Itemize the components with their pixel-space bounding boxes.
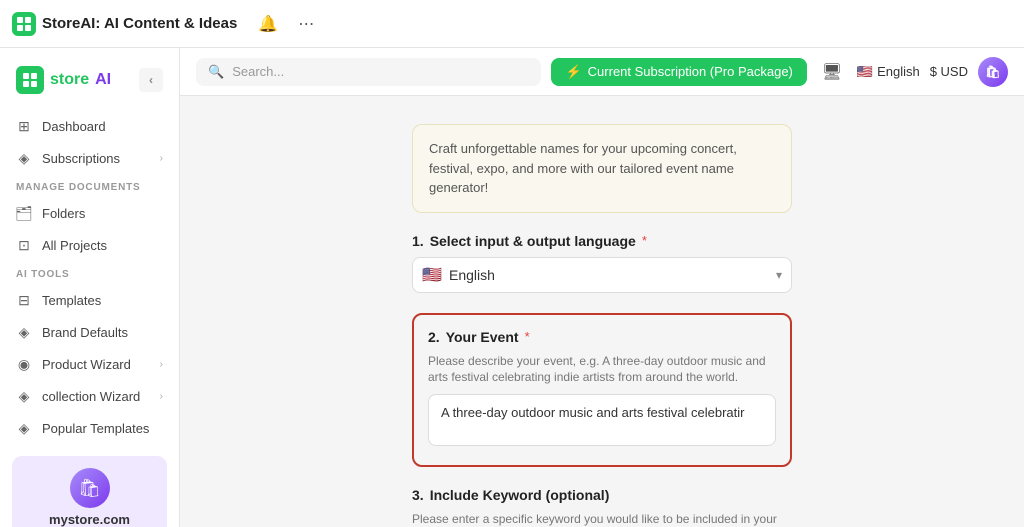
topbar-logo: StoreAI: AI Content & Ideas (12, 12, 237, 36)
step3-header: 3. Include Keyword (optional) (412, 487, 792, 503)
store-card: 🛍 mystore.com Pro Package (12, 456, 167, 527)
search-placeholder: Search... (232, 64, 284, 79)
step2-number: 2. (428, 329, 440, 345)
sidebar-item-dashboard[interactable]: ⊞ Dashboard (0, 110, 179, 142)
all-projects-icon: ⊡ (16, 237, 32, 253)
sidebar-label-popular-templates: Popular Templates (42, 421, 149, 436)
sidebar-item-product-wizard[interactable]: ◉ Product Wizard › (0, 348, 179, 380)
folders-icon: 🗂 (16, 205, 32, 221)
sidebar-label-dashboard: Dashboard (42, 119, 106, 134)
content-area: 🔍 Search... ⚡ Current Subscription (Pro … (180, 48, 1024, 527)
sidebar-label-subscriptions: Subscriptions (42, 151, 120, 166)
step2-title: Your Event (446, 329, 519, 345)
language-button[interactable]: 🇺🇸 English (857, 64, 920, 80)
sidebar-item-brand-defaults[interactable]: ◈ Brand Defaults (0, 316, 179, 348)
subscriptions-arrow-icon: › (160, 153, 163, 164)
step2-section: 2. Your Event * Please describe your eve… (412, 313, 792, 468)
language-select[interactable]: English (412, 257, 792, 293)
popular-templates-icon: ◈ (16, 420, 32, 436)
notification-icon[interactable]: 🔔 (253, 9, 283, 39)
step3-section: 3. Include Keyword (optional) Please ent… (412, 487, 792, 527)
store-name: mystore.com (49, 512, 130, 527)
dashboard-icon: ⊞ (16, 118, 32, 134)
subscription-label: Current Subscription (Pro Package) (588, 64, 793, 79)
collection-wizard-arrow-icon: › (160, 391, 163, 402)
step1-title: Select input & output language (430, 233, 636, 249)
sidebar-logo: store AI ‹ (0, 58, 179, 110)
subscription-icon: ⚡ (565, 64, 581, 80)
form-wrapper: Craft unforgettable names for your upcom… (412, 124, 792, 507)
step1-number: 1. (412, 233, 424, 249)
language-select-wrapper: 🇺🇸 English ▾ (412, 257, 792, 293)
ai-tools-label: AI TOOLS (0, 261, 179, 284)
sidebar-label-brand-defaults: Brand Defaults (42, 325, 128, 340)
sidebar-label-product-wizard: Product Wizard (42, 357, 131, 372)
content-topbar: 🔍 Search... ⚡ Current Subscription (Pro … (180, 48, 1024, 96)
event-input[interactable] (428, 394, 776, 446)
step3-description: Please enter a specific keyword you woul… (412, 511, 792, 527)
topbar-title: StoreAI: AI Content & Ideas (42, 15, 237, 32)
sidebar-label-templates: Templates (42, 293, 101, 308)
monitor-icon[interactable]: 🖥 (817, 57, 847, 87)
logo-store-text: store (50, 71, 89, 89)
sidebar-item-subscriptions[interactable]: ◈ Subscriptions › (0, 142, 179, 174)
collection-wizard-icon: ◈ (16, 388, 32, 404)
logo-ai-text: AI (95, 71, 111, 89)
sidebar-footer: 🛍 mystore.com Pro Package (0, 444, 179, 527)
product-wizard-arrow-icon: › (160, 359, 163, 370)
user-avatar[interactable]: 🛍 (978, 57, 1008, 87)
search-icon: 🔍 (208, 64, 224, 80)
sidebar-label-folders: Folders (42, 206, 85, 221)
sidebar-item-all-projects[interactable]: ⊡ All Projects (0, 229, 179, 261)
step2-description: Please describe your event, e.g. A three… (428, 353, 776, 387)
language-label: English (877, 64, 920, 79)
templates-icon: ⊟ (16, 292, 32, 308)
store-avatar: 🛍 (70, 468, 110, 508)
currency-button[interactable]: $ USD (930, 64, 968, 79)
sidebar: storeAI ‹ ⊞ Dashboard ◈ Subscriptions › … (0, 48, 180, 527)
product-wizard-icon: ◉ (16, 356, 32, 372)
info-banner: Craft unforgettable names for your upcom… (412, 124, 792, 213)
step3-title: Include Keyword (optional) (430, 487, 610, 503)
subscriptions-icon: ◈ (16, 150, 32, 166)
sidebar-item-templates[interactable]: ⊟ Templates (0, 284, 179, 316)
sidebar-label-all-projects: All Projects (42, 238, 107, 253)
step2-required-star: * (525, 329, 530, 344)
more-icon[interactable]: ⋯ (291, 9, 321, 39)
subscription-button[interactable]: ⚡ Current Subscription (Pro Package) (551, 58, 806, 86)
step1-header: 1. Select input & output language * (412, 233, 792, 249)
topbar: StoreAI: AI Content & Ideas 🔔 ⋯ (0, 0, 1024, 48)
sidebar-collapse-button[interactable]: ‹ (139, 68, 163, 92)
topbar-logo-icon (12, 12, 36, 36)
step3-number: 3. (412, 487, 424, 503)
manage-documents-label: MANAGE DOCUMENTS (0, 174, 179, 197)
sidebar-label-collection-wizard: collection Wizard (42, 389, 140, 404)
sidebar-logo-icon-icon (16, 66, 44, 94)
search-bar[interactable]: 🔍 Search... (196, 58, 541, 86)
main-layout: storeAI ‹ ⊞ Dashboard ◈ Subscriptions › … (0, 48, 1024, 527)
brand-defaults-icon: ◈ (16, 324, 32, 340)
step2-header: 2. Your Event * (428, 329, 776, 345)
sidebar-item-folders[interactable]: 🗂 Folders (0, 197, 179, 229)
sidebar-item-collection-wizard[interactable]: ◈ collection Wizard › (0, 380, 179, 412)
sidebar-item-popular-templates[interactable]: ◈ Popular Templates (0, 412, 179, 444)
step1-required-star: * (642, 233, 647, 248)
flag-icon: 🇺🇸 (857, 64, 873, 80)
step1-section: 1. Select input & output language * 🇺🇸 E… (412, 233, 792, 293)
banner-text: Craft unforgettable names for your upcom… (429, 141, 737, 195)
